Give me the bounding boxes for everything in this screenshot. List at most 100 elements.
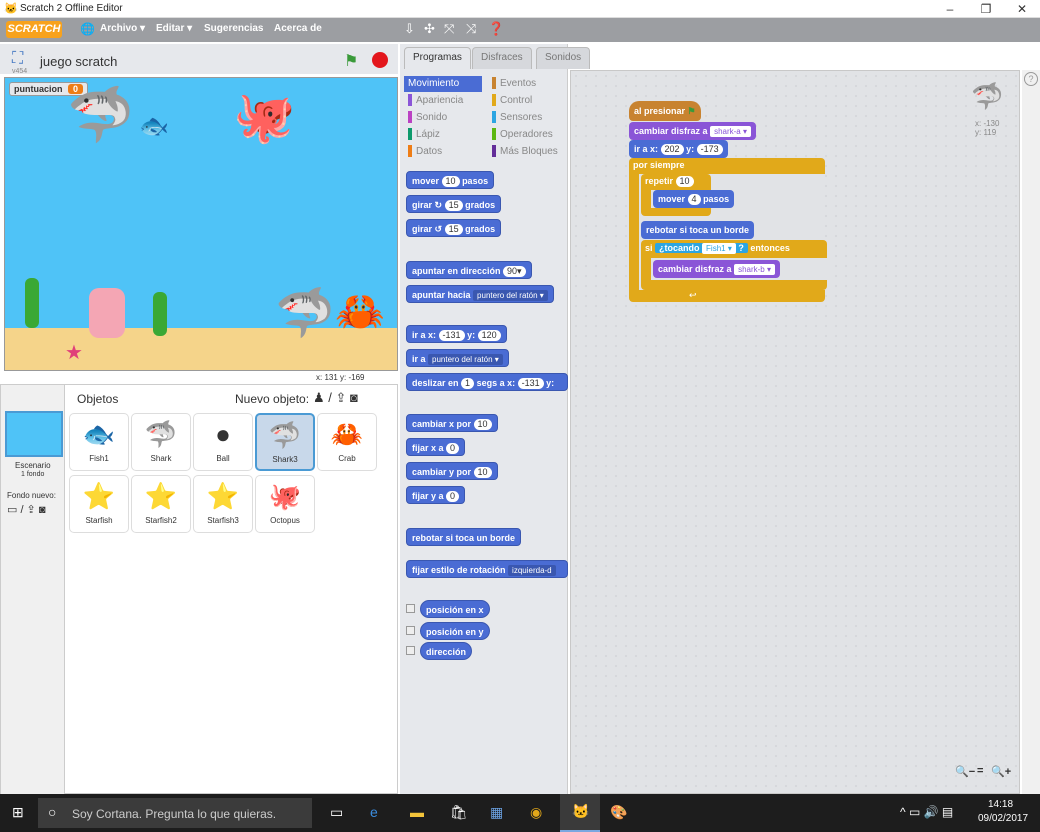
block-bounce[interactable]: rebotar si toca un borde bbox=[406, 528, 522, 546]
maximize-button[interactable]: ❐ bbox=[968, 0, 1004, 18]
edge-icon[interactable]: e bbox=[370, 804, 378, 820]
script-area[interactable]: al presionar ⚑ cambiar disfraz a shark-a… bbox=[570, 70, 1020, 794]
category-label: Apariencia bbox=[416, 95, 464, 106]
menu-editar[interactable]: Editar ▾ bbox=[156, 23, 192, 34]
block-turn-left[interactable]: girar ↺ 15 grados bbox=[406, 219, 502, 237]
block-set-y[interactable]: fijar y a 0 bbox=[406, 486, 466, 504]
reporter-x-position[interactable]: posición en x bbox=[420, 600, 490, 618]
sprite-thumb[interactable]: 🦀 Crab bbox=[317, 413, 377, 471]
scratch-task-button[interactable]: 🐱 bbox=[560, 794, 600, 832]
category-6[interactable]: Lápiz bbox=[404, 127, 482, 143]
category-4[interactable]: Sonido bbox=[404, 110, 482, 126]
category-2[interactable]: Apariencia bbox=[404, 93, 482, 109]
reporter-direction[interactable]: dirección bbox=[420, 642, 473, 660]
script-bounce[interactable]: rebotar si toca un borde bbox=[641, 221, 755, 239]
sprite-thumb[interactable]: ⭐ Starfish bbox=[69, 475, 129, 533]
script-goto-xy[interactable]: ir a x: 202 y: -173 bbox=[629, 140, 728, 158]
delete-icon[interactable]: ✣ bbox=[424, 21, 435, 37]
sprite-thumb[interactable]: 🐙 Octopus bbox=[255, 475, 315, 533]
checkbox-direction[interactable] bbox=[406, 646, 415, 655]
category-label: Sonido bbox=[416, 112, 448, 123]
stage-canvas[interactable]: puntuacion 0 🦈 🐟 🐙 🦈 🦀 ★ bbox=[4, 77, 398, 371]
new-sprite-tools-icons[interactable]: ♟ / ⇪ ◙ bbox=[313, 390, 358, 406]
shrink-icon[interactable]: ⤨ bbox=[466, 21, 476, 37]
chrome-icon[interactable]: ◉ bbox=[530, 804, 542, 821]
sprite-thumb[interactable]: 🐟 Fish1 bbox=[69, 413, 129, 471]
system-tray-icons[interactable]: ^ ▭ 🔊 ▤ bbox=[900, 805, 953, 819]
category-3[interactable]: Control bbox=[488, 93, 566, 109]
stage-thumbnail[interactable] bbox=[5, 411, 63, 457]
reporter-y-position[interactable]: posición en y bbox=[420, 622, 490, 640]
block-goto[interactable]: ir a puntero del ratón ▾ bbox=[406, 349, 509, 367]
sprite-thumb[interactable]: ⭐ Starfish3 bbox=[193, 475, 253, 533]
script-move[interactable]: mover 4 pasos bbox=[653, 190, 735, 208]
file-explorer-icon[interactable]: ▬ bbox=[410, 804, 424, 820]
block-goto-xy[interactable]: ir a x: -131 y: 120 bbox=[406, 325, 507, 343]
tab-disfraces[interactable]: Disfraces bbox=[472, 47, 532, 69]
app-icon[interactable]: ▦ bbox=[490, 804, 503, 821]
sprite-thumb[interactable]: ⭐ Starfish2 bbox=[131, 475, 191, 533]
new-backdrop-label: Fondo nuevo: bbox=[7, 491, 56, 500]
script-switch-costume[interactable]: cambiar disfraz a shark-a ▾ bbox=[629, 122, 756, 140]
sprite-pane: Escenario 1 fondo Fondo nuevo: ▭ / ⇪ ◙ O… bbox=[0, 384, 398, 795]
block-set-x[interactable]: fijar x a 0 bbox=[406, 438, 466, 456]
block-move[interactable]: mover 10 pasos bbox=[406, 171, 495, 189]
category-0[interactable]: Movimiento bbox=[404, 76, 482, 92]
duplicate-icon[interactable]: ⇩ bbox=[404, 21, 415, 37]
backdrop-tools-icons[interactable]: ▭ / ⇪ ◙ bbox=[7, 503, 45, 516]
category-5[interactable]: Sensores bbox=[488, 110, 566, 126]
shark3-sprite[interactable]: 🦈 bbox=[275, 290, 335, 338]
grow-icon[interactable]: ⤧ bbox=[444, 21, 454, 37]
version-label: v454 bbox=[12, 68, 28, 75]
menu-archivo[interactable]: Archivo ▾ bbox=[100, 23, 145, 34]
category-7[interactable]: Operadores bbox=[488, 127, 566, 143]
sprite-image: ⭐ bbox=[206, 481, 240, 511]
block-point-towards[interactable]: apuntar hacia puntero del ratón ▾ bbox=[406, 285, 554, 303]
block-turn-right[interactable]: girar ↻ 15 grados bbox=[406, 195, 502, 213]
stage-subtitle: 1 fondo bbox=[21, 471, 45, 478]
menu-sugerencias[interactable]: Sugerencias bbox=[204, 23, 263, 34]
project-name-input[interactable]: juego scratch bbox=[40, 54, 117, 69]
block-change-y[interactable]: cambiar y por 10 bbox=[406, 462, 498, 480]
block-point-direction[interactable]: apuntar en dirección 90▾ bbox=[406, 261, 532, 279]
shark-sprite[interactable]: 🦈 bbox=[67, 88, 134, 142]
clock-date: 09/02/2017 bbox=[978, 813, 1029, 824]
octopus-sprite[interactable]: 🐙 bbox=[233, 92, 295, 142]
menu-acerca-de[interactable]: Acerca de bbox=[274, 23, 322, 34]
globe-icon[interactable]: 🌐 bbox=[80, 22, 95, 36]
zoom-reset-icon[interactable]: = bbox=[977, 765, 983, 777]
sprite-thumb[interactable]: 🦈 Shark3 bbox=[255, 413, 315, 471]
zoom-in-icon[interactable]: 🔍+ bbox=[991, 765, 1011, 778]
category-8[interactable]: Datos bbox=[404, 144, 482, 160]
paint-icon[interactable]: 🎨 bbox=[610, 804, 627, 821]
crab-sprite[interactable]: 🦀 bbox=[335, 292, 385, 332]
cortana-icon: ○ bbox=[48, 804, 57, 820]
checkbox-x-position[interactable] bbox=[406, 604, 415, 613]
stop-icon[interactable] bbox=[372, 52, 388, 68]
block-rotation-style[interactable]: fijar estilo de rotación izquierda-d bbox=[406, 560, 568, 578]
sprite-thumb[interactable]: ● Ball bbox=[193, 413, 253, 471]
tab-programas[interactable]: Programas bbox=[404, 47, 471, 69]
help-icon[interactable]: ❓ bbox=[488, 21, 504, 37]
fullscreen-icon[interactable]: ⛶ bbox=[12, 50, 23, 68]
tab-sonidos[interactable]: Sonidos bbox=[536, 47, 591, 69]
sprite-thumb[interactable]: 🦈 Shark bbox=[131, 413, 191, 471]
category-1[interactable]: Eventos bbox=[488, 76, 566, 92]
sprites-header: Objetos bbox=[77, 392, 119, 406]
windows-start-icon[interactable]: ⊞ bbox=[12, 804, 24, 821]
store-icon[interactable]: 🛍 bbox=[450, 804, 468, 821]
task-view-icon[interactable]: ▭ bbox=[330, 804, 343, 821]
block-glide[interactable]: deslizar en 1 segs a x: -131 y: bbox=[406, 373, 568, 391]
script-switch-costume-b[interactable]: cambiar disfraz a shark-b ▾ bbox=[653, 260, 780, 278]
close-button[interactable]: ✕ bbox=[1004, 0, 1040, 18]
category-9[interactable]: Más Bloques bbox=[488, 144, 566, 160]
fish-sprite[interactable]: 🐟 bbox=[139, 112, 169, 142]
checkbox-y-position[interactable] bbox=[406, 626, 415, 635]
minimize-button[interactable]: – bbox=[932, 0, 968, 18]
block-change-x[interactable]: cambiar x por 10 bbox=[406, 414, 498, 432]
help-panel-icon[interactable]: ? bbox=[1024, 72, 1038, 86]
zoom-out-icon[interactable]: 🔍− bbox=[955, 765, 975, 778]
script-hat-block[interactable]: al presionar ⚑ bbox=[629, 101, 701, 121]
cortana-search[interactable]: ○ Soy Cortana. Pregunta lo que quieras. bbox=[38, 798, 312, 828]
green-flag-icon[interactable]: ⚑ bbox=[344, 51, 358, 71]
